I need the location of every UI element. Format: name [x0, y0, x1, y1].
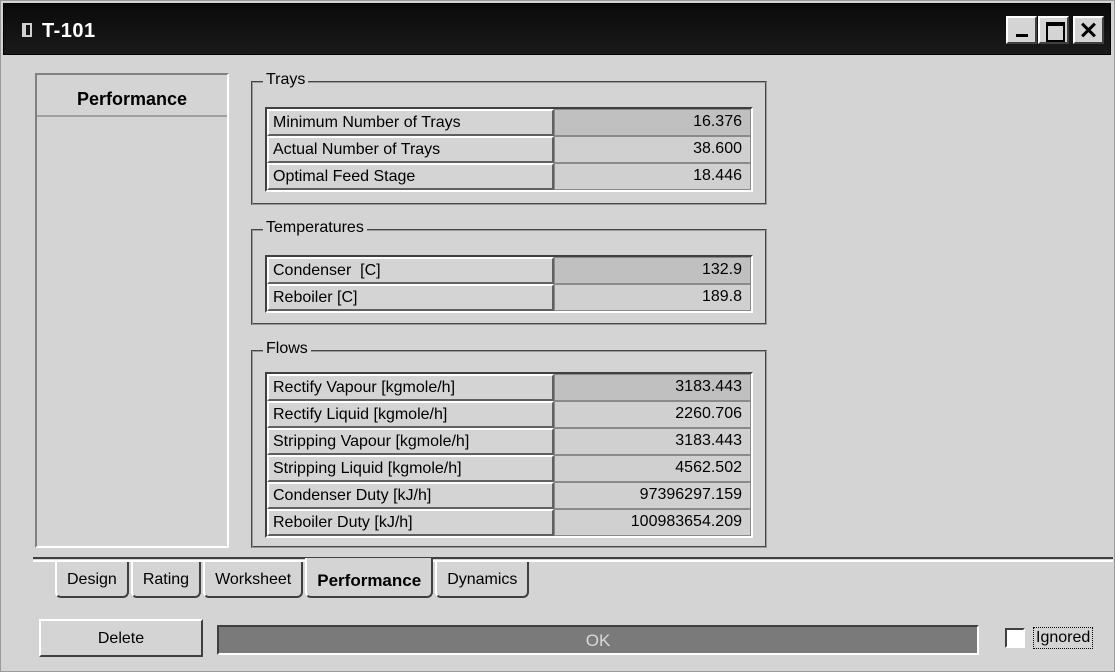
maximize-button[interactable] — [1038, 16, 1069, 44]
row-value[interactable]: 2260.706 — [554, 401, 751, 428]
table-row: Stripping Liquid [kgmole/h] 4562.502 — [267, 455, 751, 482]
row-value[interactable]: 3183.443 — [554, 428, 751, 455]
row-label: Condenser Duty [kJ/h] — [267, 482, 554, 509]
tab-rating[interactable]: Rating — [130, 562, 202, 598]
row-label: Condenser [C] — [267, 257, 554, 284]
ignored-option: Ignored — [1005, 627, 1094, 649]
close-button[interactable] — [1073, 16, 1104, 44]
flows-group: Flows Rectify Vapour [kgmole/h] 3183.443… — [251, 340, 767, 548]
table-row: Stripping Vapour [kgmole/h] 3183.443 — [267, 428, 751, 455]
row-label: Rectify Vapour [kgmole/h] — [267, 374, 554, 401]
flows-group-label: Flows — [263, 340, 311, 358]
row-label: Reboiler [C] — [267, 284, 554, 311]
page-list: Performance — [35, 73, 229, 548]
page-list-header: Performance — [37, 75, 227, 117]
row-value[interactable]: 97396297.159 — [554, 482, 751, 509]
trays-group-label: Trays — [263, 71, 309, 89]
row-value[interactable]: 132.9 — [554, 257, 751, 284]
table-row: Minimum Number of Trays 16.376 — [267, 109, 751, 136]
row-label: Stripping Vapour [kgmole/h] — [267, 428, 554, 455]
table-row: Rectify Liquid [kgmole/h] 2260.706 — [267, 401, 751, 428]
row-value[interactable]: 38.600 — [554, 136, 751, 163]
temperatures-group: Temperatures Condenser [C] 132.9 Reboile… — [251, 219, 767, 325]
t101-window: T-101 Performance Trays Minimum Number o… — [0, 0, 1115, 672]
window-title: T-101 — [42, 20, 96, 42]
trays-group: Trays Minimum Number of Trays 16.376 Act… — [251, 71, 767, 205]
temperatures-group-label: Temperatures — [263, 219, 367, 237]
row-value[interactable]: 3183.443 — [554, 374, 751, 401]
flows-table: Rectify Vapour [kgmole/h] 3183.443 Recti… — [265, 372, 753, 538]
window-controls — [1005, 16, 1104, 44]
table-row: Actual Number of Trays 38.600 — [267, 136, 751, 163]
trays-table: Minimum Number of Trays 16.376 Actual Nu… — [265, 107, 753, 192]
tab-design[interactable]: Design — [55, 562, 129, 598]
tab-performance[interactable]: Performance — [305, 558, 434, 598]
tab-bar: Design Rating Worksheet Performance Dyna… — [55, 558, 531, 598]
ignored-checkbox[interactable] — [1005, 628, 1025, 648]
table-row: Reboiler [C] 189.8 — [267, 284, 751, 311]
table-row: Rectify Vapour [kgmole/h] 3183.443 — [267, 374, 751, 401]
row-label: Rectify Liquid [kgmole/h] — [267, 401, 554, 428]
row-value[interactable]: 4562.502 — [554, 455, 751, 482]
row-label: Stripping Liquid [kgmole/h] — [267, 455, 554, 482]
row-label: Optimal Feed Stage — [267, 163, 554, 190]
table-row: Reboiler Duty [kJ/h] 100983654.209 — [267, 509, 751, 536]
row-value[interactable]: 100983654.209 — [554, 509, 751, 536]
table-row: Condenser [C] 132.9 — [267, 257, 751, 284]
row-label: Minimum Number of Trays — [267, 109, 554, 136]
table-row: Condenser Duty [kJ/h] 97396297.159 — [267, 482, 751, 509]
row-label: Actual Number of Trays — [267, 136, 554, 163]
title-bar[interactable]: T-101 — [3, 3, 1111, 55]
row-value[interactable]: 189.8 — [554, 284, 751, 311]
window-icon[interactable] — [22, 23, 32, 37]
temperatures-table: Condenser [C] 132.9 Reboiler [C] 189.8 — [265, 255, 753, 313]
row-label: Reboiler Duty [kJ/h] — [267, 509, 554, 536]
row-value[interactable]: 16.376 — [554, 109, 751, 136]
minimize-button[interactable] — [1006, 16, 1037, 44]
tab-worksheet[interactable]: Worksheet — [203, 562, 304, 598]
delete-button[interactable]: Delete — [39, 619, 203, 657]
table-row: Optimal Feed Stage 18.446 — [267, 163, 751, 190]
ignored-label[interactable]: Ignored — [1033, 627, 1094, 649]
tab-dynamics[interactable]: Dynamics — [435, 562, 530, 598]
status-bar: OK — [217, 625, 979, 655]
row-value[interactable]: 18.446 — [554, 163, 751, 190]
